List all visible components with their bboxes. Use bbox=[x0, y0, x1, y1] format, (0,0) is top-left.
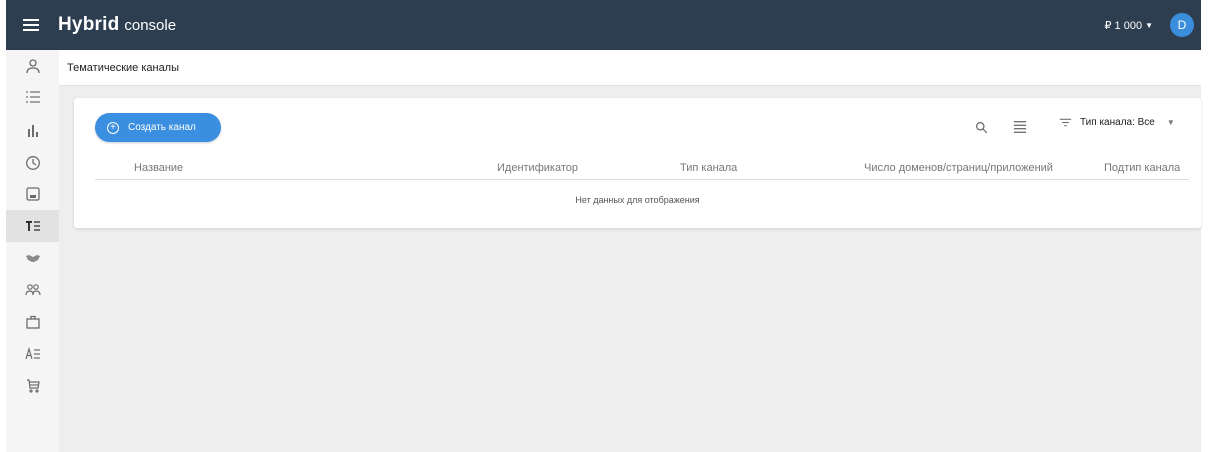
sidebar-item-channels[interactable] bbox=[6, 210, 59, 242]
channel-type-filter-label: Тип канала: Все bbox=[1080, 117, 1155, 128]
logo-sub-text: console bbox=[124, 17, 177, 34]
add-circle-icon: + bbox=[107, 121, 119, 134]
image-icon bbox=[25, 187, 40, 201]
cart-icon bbox=[26, 379, 40, 393]
text-list-icon bbox=[25, 221, 40, 231]
sidebar-item-stats[interactable] bbox=[6, 114, 59, 146]
table-header: Название Идентификатор Тип канала Число … bbox=[95, 158, 1189, 180]
channels-card: + Создать канал Тип канала: Все ▼ Назван… bbox=[74, 98, 1201, 228]
channel-type-filter[interactable]: Тип канала: Все ▼ bbox=[1059, 117, 1175, 128]
search-icon[interactable] bbox=[972, 118, 990, 136]
sidebar-item-history[interactable] bbox=[6, 147, 59, 179]
sidebar-item-portfolio[interactable] bbox=[6, 306, 59, 338]
logo-main-text: Hybrid bbox=[58, 14, 120, 35]
column-header-domains-count[interactable]: Число доменов/страниц/приложений bbox=[864, 162, 1053, 174]
chevron-down-icon: ▼ bbox=[1145, 20, 1153, 30]
hamburger-menu-icon[interactable] bbox=[6, 0, 56, 50]
sidebar-item-fonts[interactable] bbox=[6, 338, 59, 370]
sidebar-item-users[interactable] bbox=[6, 274, 59, 306]
sidebar-item-list[interactable] bbox=[6, 81, 59, 113]
column-header-name[interactable]: Название bbox=[134, 162, 183, 174]
sidebar-item-media[interactable] bbox=[6, 178, 59, 210]
sidebar-item-partners[interactable] bbox=[6, 242, 59, 274]
column-header-channel-subtype[interactable]: Подтип канала bbox=[1104, 162, 1180, 174]
user-icon bbox=[25, 59, 40, 74]
filter-icon bbox=[1059, 118, 1072, 127]
app-window: Hybrid console ₽ 1 000 ▼ D Тематические … bbox=[6, 0, 1201, 452]
create-channel-button[interactable]: + Создать канал bbox=[95, 113, 221, 142]
handshake-icon bbox=[25, 255, 40, 262]
sidebar-item-profile[interactable] bbox=[6, 50, 59, 82]
columns-icon[interactable] bbox=[1011, 118, 1029, 136]
sidebar bbox=[6, 50, 59, 452]
empty-table-message: Нет данных для отображения bbox=[575, 195, 700, 205]
top-bar: Hybrid console ₽ 1 000 ▼ D bbox=[6, 0, 1201, 50]
list-icon bbox=[25, 91, 40, 103]
app-logo[interactable]: Hybrid console bbox=[58, 14, 176, 36]
chevron-down-icon: ▼ bbox=[1166, 118, 1175, 127]
users-icon bbox=[24, 284, 41, 296]
page-title: Тематические каналы bbox=[67, 61, 180, 74]
page-header: Тематические каналы bbox=[59, 50, 1201, 86]
column-header-channel-type[interactable]: Тип канала bbox=[680, 162, 737, 174]
sidebar-item-shop[interactable] bbox=[6, 370, 59, 402]
font-list-icon bbox=[24, 346, 40, 360]
avatar[interactable]: D bbox=[1170, 13, 1194, 37]
balance-dropdown[interactable]: ₽ 1 000 ▼ bbox=[1104, 19, 1153, 32]
balance-value: ₽ 1 000 bbox=[1104, 19, 1143, 32]
create-channel-label: Создать канал bbox=[128, 122, 196, 133]
briefcase-icon bbox=[25, 315, 40, 329]
bar-chart-icon bbox=[27, 125, 38, 137]
column-header-identifier[interactable]: Идентификатор bbox=[497, 162, 578, 174]
clock-icon bbox=[25, 156, 40, 170]
